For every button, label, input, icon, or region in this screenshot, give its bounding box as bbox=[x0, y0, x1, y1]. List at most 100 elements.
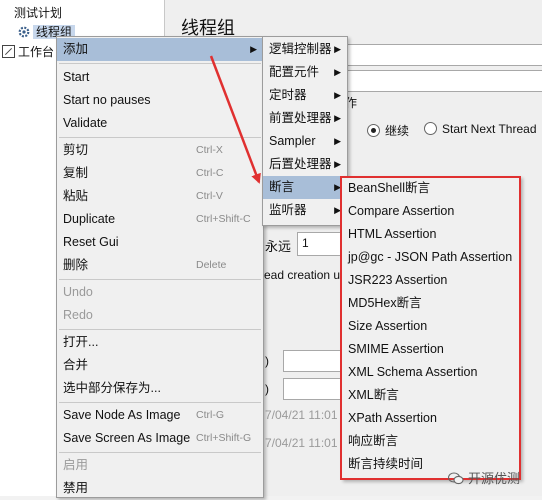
assertion-item-size[interactable]: Size Assertion bbox=[342, 315, 520, 338]
assertion-item-md5hex[interactable]: MD5Hex断言 bbox=[342, 292, 520, 315]
assertion-item-jsr223-label: JSR223 Assertion bbox=[348, 273, 448, 287]
assertion-item-response[interactable]: 响应断言 bbox=[342, 430, 520, 453]
menu-item-save-node-as-image-label: Save Node As Image bbox=[63, 408, 181, 422]
menu-item-save-screen-as-image[interactable]: Save Screen As Image Ctrl+Shift-G bbox=[57, 427, 263, 450]
assertion-item-smime[interactable]: SMIME Assertion bbox=[342, 338, 520, 361]
assertion-item-xml-schema[interactable]: XML Schema Assertion bbox=[342, 361, 520, 384]
menu-item-delete-label: 删除 bbox=[63, 258, 89, 272]
tree-node-workbench[interactable]: 工作台 bbox=[2, 44, 54, 60]
continue-radio[interactable]: 继续 bbox=[367, 122, 409, 139]
menu-separator bbox=[59, 452, 261, 453]
assertion-item-xpath[interactable]: XPath Assertion bbox=[342, 407, 520, 430]
assertion-item-xml-label: XML断言 bbox=[348, 388, 399, 402]
menu-item-start[interactable]: Start bbox=[57, 66, 263, 89]
submenu-item-logic-controller-label: 逻辑控制器 bbox=[269, 42, 332, 56]
menu-item-paste[interactable]: 粘贴 Ctrl-V bbox=[57, 185, 263, 208]
menu-item-undo-label: Undo bbox=[63, 285, 93, 299]
menu-item-validate[interactable]: Validate bbox=[57, 112, 263, 135]
tree-node-test-plan-label: 测试计划 bbox=[14, 6, 63, 20]
assertion-item-beanshell[interactable]: BeanShell断言 bbox=[342, 177, 520, 200]
menu-item-duplicate-label: Duplicate bbox=[63, 212, 116, 226]
menu-item-add-label: 添加 bbox=[63, 42, 89, 56]
menu-item-reset-gui-label: Reset Gui bbox=[63, 235, 119, 249]
radio-unselected-icon bbox=[424, 122, 437, 135]
assertion-item-html-label: HTML Assertion bbox=[348, 227, 437, 241]
menu-item-copy-label: 复制 bbox=[63, 166, 89, 180]
add-submenu: 逻辑控制器 ▶ 配置元件 ▶ 定时器 ▶ 前置处理器 ▶ Sampler ▶ 后置处理器 ▶… bbox=[262, 36, 348, 226]
menu-item-copy-shortcut: Ctrl-C bbox=[196, 167, 224, 179]
submenu-item-assertion-label: 断言 bbox=[269, 180, 295, 194]
menu-item-save-node-as-image[interactable]: Save Node As Image Ctrl-G bbox=[57, 404, 263, 427]
menu-item-disable-label: 禁用 bbox=[63, 481, 89, 495]
submenu-arrow-icon: ▶ bbox=[250, 44, 257, 54]
tree-node-test-plan[interactable]: 测试计划 bbox=[14, 5, 62, 21]
start-next-thread-radio-label: Start Next Thread bbox=[442, 122, 537, 136]
menu-item-duplicate-shortcut: Ctrl+Shift-C bbox=[196, 213, 251, 225]
assertion-item-md5hex-label: MD5Hex断言 bbox=[348, 296, 422, 310]
assertion-item-smime-label: SMIME Assertion bbox=[348, 342, 444, 356]
menu-item-save-selection-as-label: 选中部分保存为... bbox=[63, 381, 161, 395]
menu-item-reset-gui[interactable]: Reset Gui bbox=[57, 231, 263, 254]
submenu-item-post-processor[interactable]: 后置处理器 ▶ bbox=[263, 153, 347, 176]
menu-item-open-label: 打开... bbox=[63, 335, 99, 349]
watermark: 开源优测 bbox=[448, 468, 520, 487]
assertion-item-json-path[interactable]: jp@gc - JSON Path Assertion bbox=[342, 246, 520, 269]
duration-label: ) bbox=[265, 354, 269, 368]
menu-separator bbox=[59, 137, 261, 138]
assertion-item-beanshell-label: BeanShell断言 bbox=[348, 181, 430, 195]
loop-forever-label: 永远 bbox=[265, 239, 292, 254]
menu-separator bbox=[59, 63, 261, 64]
menu-item-merge[interactable]: 合并 bbox=[57, 354, 263, 377]
workbench-icon bbox=[2, 45, 15, 58]
menu-item-add[interactable]: 添加 ▶ bbox=[57, 38, 263, 61]
submenu-item-timer[interactable]: 定时器 ▶ bbox=[263, 84, 347, 107]
continue-radio-label: 继续 bbox=[385, 124, 410, 138]
submenu-item-assertion[interactable]: 断言 ▶ bbox=[263, 176, 347, 199]
menu-item-redo-label: Redo bbox=[63, 308, 93, 322]
submenu-arrow-icon: ▶ bbox=[334, 113, 341, 123]
menu-item-copy[interactable]: 复制 Ctrl-C bbox=[57, 162, 263, 185]
menu-item-undo[interactable]: Undo bbox=[57, 281, 263, 304]
assertion-item-html[interactable]: HTML Assertion bbox=[342, 223, 520, 246]
start-next-thread-radio[interactable]: Start Next Thread bbox=[424, 122, 537, 136]
menu-item-open[interactable]: 打开... bbox=[57, 331, 263, 354]
assertion-item-xml[interactable]: XML断言 bbox=[342, 384, 520, 407]
menu-item-cut-label: 剪切 bbox=[63, 143, 89, 157]
assertion-item-xpath-label: XPath Assertion bbox=[348, 411, 437, 425]
menu-item-start-no-pauses-label: Start no pauses bbox=[63, 93, 151, 107]
menu-item-save-selection-as[interactable]: 选中部分保存为... bbox=[57, 377, 263, 400]
end-time-value: 7/04/21 11:01 bbox=[265, 436, 338, 450]
menu-item-delete[interactable]: 删除 Delete bbox=[57, 254, 263, 277]
assertion-item-xml-schema-label: XML Schema Assertion bbox=[348, 365, 478, 379]
submenu-arrow-icon: ▶ bbox=[334, 159, 341, 169]
submenu-item-sampler-label: Sampler bbox=[269, 134, 316, 148]
loop-count-value: 1 bbox=[302, 236, 309, 250]
menu-item-redo[interactable]: Redo bbox=[57, 304, 263, 327]
assertion-item-response-label: 响应断言 bbox=[348, 434, 399, 448]
submenu-item-listener[interactable]: 监听器 ▶ bbox=[263, 199, 347, 222]
submenu-item-config-element-label: 配置元件 bbox=[269, 65, 320, 79]
submenu-item-timer-label: 定时器 bbox=[269, 88, 307, 102]
assertion-item-jsr223[interactable]: JSR223 Assertion bbox=[342, 269, 520, 292]
menu-item-paste-label: 粘贴 bbox=[63, 189, 89, 203]
submenu-item-config-element[interactable]: 配置元件 ▶ bbox=[263, 61, 347, 84]
start-time-value: 7/04/21 11:01 bbox=[265, 408, 338, 422]
submenu-item-sampler[interactable]: Sampler ▶ bbox=[263, 130, 347, 153]
radio-selected-icon bbox=[367, 124, 380, 137]
menu-item-save-screen-as-image-shortcut: Ctrl+Shift-G bbox=[196, 432, 252, 444]
menu-item-disable[interactable]: 禁用 bbox=[57, 477, 263, 500]
submenu-arrow-icon: ▶ bbox=[334, 182, 341, 192]
assertion-item-duration-label: 断言持续时间 bbox=[348, 457, 424, 471]
submenu-item-logic-controller[interactable]: 逻辑控制器 ▶ bbox=[263, 38, 347, 61]
startup-delay-label: ) bbox=[265, 382, 269, 396]
menu-item-start-no-pauses[interactable]: Start no pauses bbox=[57, 89, 263, 112]
submenu-item-pre-processor[interactable]: 前置处理器 ▶ bbox=[263, 107, 347, 130]
submenu-arrow-icon: ▶ bbox=[334, 136, 341, 146]
submenu-arrow-icon: ▶ bbox=[334, 67, 341, 77]
menu-item-cut[interactable]: 剪切 Ctrl-X bbox=[57, 139, 263, 162]
context-menu: 添加 ▶ Start Start no pauses Validate 剪切 Ct… bbox=[56, 36, 264, 498]
menu-item-enable[interactable]: 启用 bbox=[57, 454, 263, 477]
menu-item-duplicate[interactable]: Duplicate Ctrl+Shift-C bbox=[57, 208, 263, 231]
submenu-arrow-icon: ▶ bbox=[334, 44, 341, 54]
assertion-item-compare[interactable]: Compare Assertion bbox=[342, 200, 520, 223]
